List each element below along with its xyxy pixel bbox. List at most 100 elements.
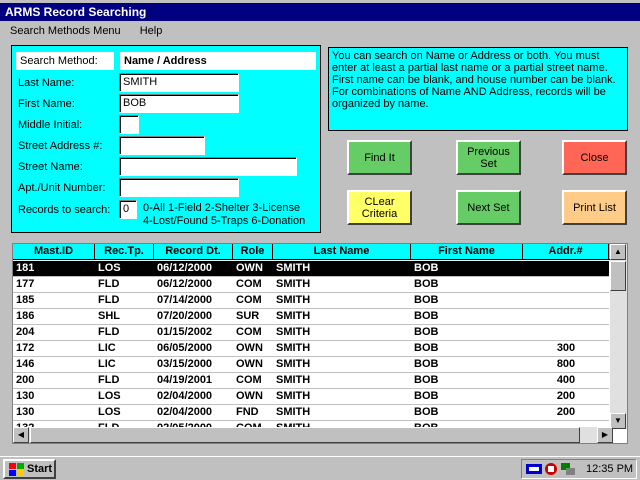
cell-record-date: 03/15/2000 [157,358,213,370]
col-header-rec-type[interactable]: Rec.Tp. [95,244,154,260]
last-name-input[interactable]: SMITH [119,73,239,92]
cell-rec-type: LOS [98,406,121,418]
cell-mast-id: 130 [16,390,35,402]
vertical-scroll-thumb[interactable] [610,261,626,291]
col-header-address-number[interactable]: Addr.# [523,244,609,260]
cell-first-name: BOB [414,326,439,338]
table-row[interactable]: 130LOS02/04/2000OWNSMITHBOB200V [13,389,619,405]
cell-last-name: SMITH [276,326,311,338]
start-button[interactable]: Start [3,459,56,479]
cell-rec-type: FLD [98,326,120,338]
info-text: You can search on Name or Address or bot… [328,47,628,131]
cell-last-name: SMITH [276,406,311,418]
cell-mast-id: 130 [16,406,35,418]
network-icon[interactable] [560,462,576,476]
col-header-record-date[interactable]: Record Dt. [154,244,233,260]
cell-rec-type: FLD [98,278,120,290]
close-button[interactable]: Close [562,140,627,175]
cell-last-name: SMITH [276,390,311,402]
col-header-mast-id[interactable]: Mast.ID [13,244,95,260]
horizontal-scrollbar[interactable]: ◀ ▶ [13,427,613,443]
middle-initial-input[interactable] [119,115,139,134]
scroll-left-icon[interactable]: ◀ [13,427,29,443]
cell-record-date: 04/19/2001 [157,374,213,386]
cell-first-name: BOB [414,358,439,370]
cell-record-date: 06/12/2000 [157,278,213,290]
table-row[interactable]: 204 FLD 01/15/2002 COM SMITH BOB [13,325,609,341]
cell-mast-id: 185 [16,294,35,306]
start-label: Start [27,463,53,475]
cell-role: SUR [236,310,260,322]
records-legend: 0-All 1-Field 2-Shelter 3-License 4-Lost… [143,202,305,228]
table-row[interactable]: 146LIC03/15/2000OWNSMITHBOB800I [13,357,615,373]
cell-role: COM [236,294,262,306]
cell-role: COM [236,374,262,386]
sound-icon[interactable] [526,462,542,476]
cell-first-name: BOB [414,262,439,274]
search-method-value: Name / Address [120,52,316,70]
table-row[interactable]: 130LOS02/04/2000FNDSMITHBOB200V [13,405,619,421]
cell-rec-type: FLD [98,294,120,306]
table-row[interactable]: 185 FLD 07/14/2000 COM SMITH BOB [13,293,609,309]
street-number-input[interactable] [119,136,205,155]
window-title: ARMS Record Searching [5,5,147,19]
table-row[interactable]: 172LIC06/05/2000OWNSMITHBOB300I [13,341,615,357]
cell-role: OWN [236,358,263,370]
cell-role: FND [236,406,259,418]
cell-last-name: SMITH [276,294,311,306]
cell-role: COM [236,326,262,338]
cell-first-name: BOB [414,406,439,418]
cell-last-name: SMITH [276,342,311,354]
cell-record-date: 07/14/2000 [157,294,213,306]
cell-address-number: 300 [556,342,576,354]
vertical-scrollbar[interactable]: ▲ ▼ [610,244,627,429]
col-header-first-name[interactable]: First Name [411,244,523,260]
table-row[interactable]: 200FLD04/19/2001COMSMITHBOB400S [13,373,619,389]
cell-address-number [523,309,609,325]
cell-first-name: BOB [414,342,439,354]
scroll-up-icon[interactable]: ▲ [610,244,626,260]
cell-record-date: 01/15/2002 [157,326,213,338]
print-list-button[interactable]: Print List [562,190,627,225]
apt-input[interactable] [119,178,239,197]
taskbar: Start 12:35 PM [0,456,640,480]
horizontal-scroll-thumb[interactable] [30,427,580,443]
cell-last-name: SMITH [276,374,311,386]
system-tray: 12:35 PM [521,459,637,479]
street-name-input[interactable] [119,157,297,176]
cell-role: OWN [236,390,263,402]
next-set-button[interactable]: Next Set [456,190,521,225]
cell-record-date: 06/12/2000 [157,262,213,274]
scroll-right-icon[interactable]: ▶ [597,427,613,443]
last-name-label: Last Name: [18,77,75,89]
table-row[interactable]: 186 SHL 07/20/2000 SUR SMITH BOB [13,309,609,325]
street-number-label: Street Address #: [18,140,103,152]
previous-set-button[interactable]: Previous Set [456,140,521,175]
cell-mast-id: 200 [16,374,35,386]
table-row[interactable]: 177 FLD 06/12/2000 COM SMITH BOB [13,277,609,293]
cell-address-number: 200 [556,390,576,402]
first-name-input[interactable]: BOB [119,94,239,113]
records-input[interactable]: 0 [119,200,137,219]
clear-criteria-button[interactable]: CLear Criteria [347,190,412,225]
apt-label: Apt./Unit Number: [18,182,106,194]
legend-line-1: 0-All 1-Field 2-Shelter 3-License [143,202,301,214]
table-row[interactable]: 181 LOS 06/12/2000 OWN SMITH BOB [13,261,609,277]
search-method-label: Search Method: [16,52,114,70]
cell-address-number [523,325,609,341]
col-header-role[interactable]: Role [233,244,273,260]
results-grid[interactable]: Mast.ID Rec.Tp. Record Dt. Role Last Nam… [12,243,628,444]
menu-help[interactable]: Help [140,25,163,37]
cell-first-name: BOB [414,278,439,290]
cell-mast-id: 146 [16,358,35,370]
find-it-button[interactable]: Find It [347,140,412,175]
menu-search-methods[interactable]: Search Methods Menu [10,25,121,37]
cell-rec-type: LOS [98,262,121,274]
col-header-last-name[interactable]: Last Name [273,244,411,260]
cell-rec-type: LIC [98,342,116,354]
cell-role: OWN [236,262,263,274]
records-label: Records to search: [18,204,111,216]
antivirus-icon[interactable] [543,462,559,476]
clock: 12:35 PM [586,463,634,475]
cell-mast-id: 204 [16,326,35,338]
